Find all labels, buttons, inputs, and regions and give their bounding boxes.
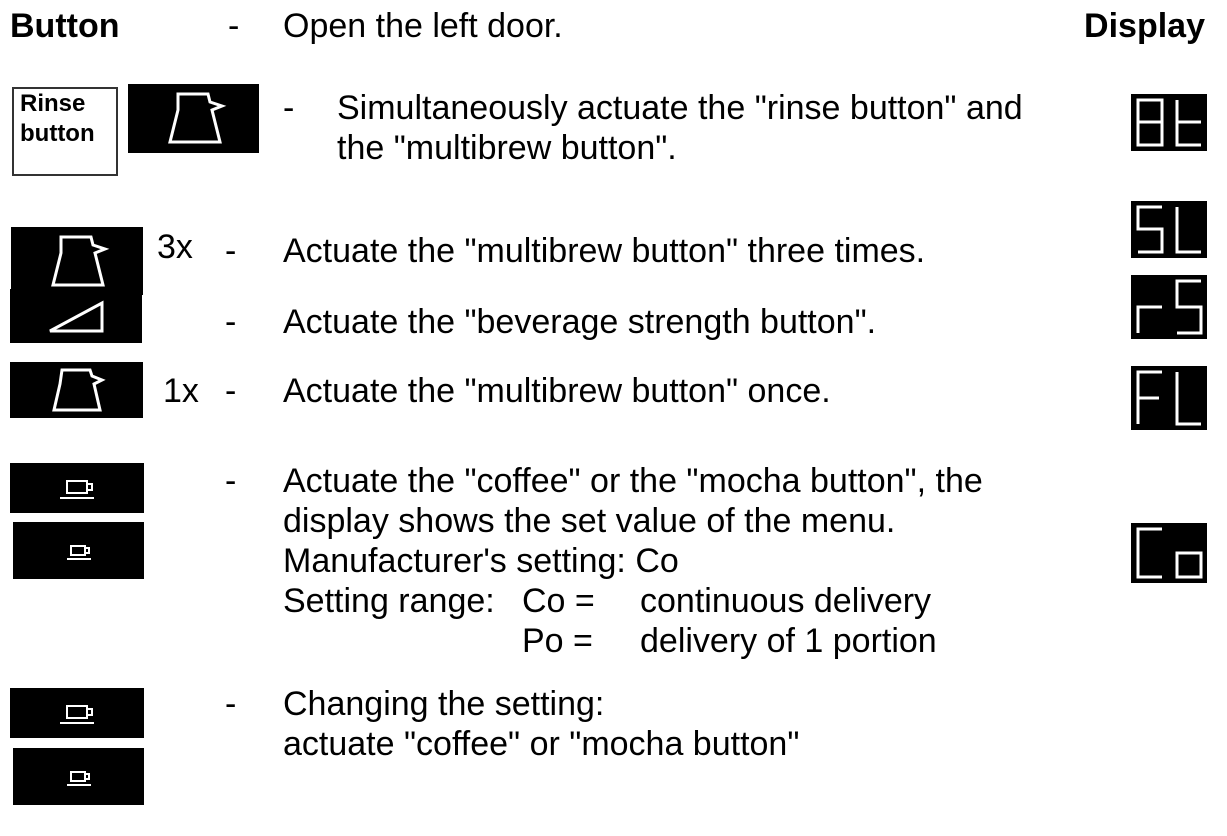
beverage-strength-button — [10, 289, 142, 343]
coffee-cup-icon — [60, 705, 94, 724]
rinse-button-label-line1: Rinse — [20, 90, 86, 117]
step-text-line: display shows the set value of the menu. — [283, 502, 896, 540]
step-text-line: Manufacturer's setting: Co — [283, 542, 679, 580]
step-text-line: Actuate the "multibrew button" once. — [283, 372, 831, 410]
display-column-header: Display — [1084, 7, 1205, 45]
press-count: 1x — [163, 372, 199, 410]
button-column-header: Button — [10, 7, 120, 45]
dash: - — [225, 372, 237, 410]
dash: - — [283, 89, 295, 127]
multibrew-button — [11, 227, 143, 295]
jug-icon — [52, 368, 106, 412]
step-text-line: Actuate the "beverage strength button". — [283, 303, 877, 341]
mocha-cup-icon — [67, 545, 91, 560]
multibrew-button — [128, 84, 259, 153]
setting-description: continuous delivery — [640, 582, 932, 620]
jug-icon — [168, 92, 227, 144]
step-text-line: actuate "coffee" or "mocha button" — [283, 725, 800, 763]
dash: - — [228, 7, 240, 45]
wedge-icon — [49, 300, 104, 333]
segment-display-8t — [1131, 94, 1207, 156]
step-text-line: Actuate the "multibrew button" three tim… — [283, 232, 926, 270]
step-text-line: Simultaneously actuate the "rinse button… — [337, 89, 1023, 127]
coffee-cup-icon — [60, 480, 94, 499]
coffee-button — [10, 688, 144, 738]
setting-range-label: Setting range: — [283, 582, 495, 620]
step-text-line: the "multibrew button". — [337, 129, 677, 167]
dash: - — [225, 462, 237, 500]
multibrew-button — [10, 362, 143, 418]
step-text-line: Actuate the "coffee" or the "mocha butto… — [283, 462, 983, 500]
mocha-cup-icon — [67, 771, 91, 786]
dash: - — [225, 685, 237, 723]
setting-code: Po = — [522, 622, 593, 660]
segment-display-Co — [1131, 523, 1207, 588]
setting-code: Co = — [522, 582, 595, 620]
step-text-line: Changing the setting: — [283, 685, 605, 723]
coffee-button — [10, 463, 144, 513]
segment-display-SL — [1131, 201, 1207, 263]
jug-icon — [51, 235, 110, 287]
dash: - — [225, 232, 237, 270]
segment-display-FL — [1131, 366, 1207, 435]
press-count: 3x — [157, 228, 193, 266]
rinse-button: Rinse button — [12, 87, 118, 176]
mocha-button — [13, 748, 144, 805]
segment-display-rS — [1131, 275, 1207, 344]
intro-text: Open the left door. — [283, 7, 563, 45]
dash: - — [225, 303, 237, 341]
rinse-button-label-line2: button — [20, 120, 95, 147]
mocha-button — [13, 522, 144, 579]
setting-description: delivery of 1 portion — [640, 622, 937, 660]
